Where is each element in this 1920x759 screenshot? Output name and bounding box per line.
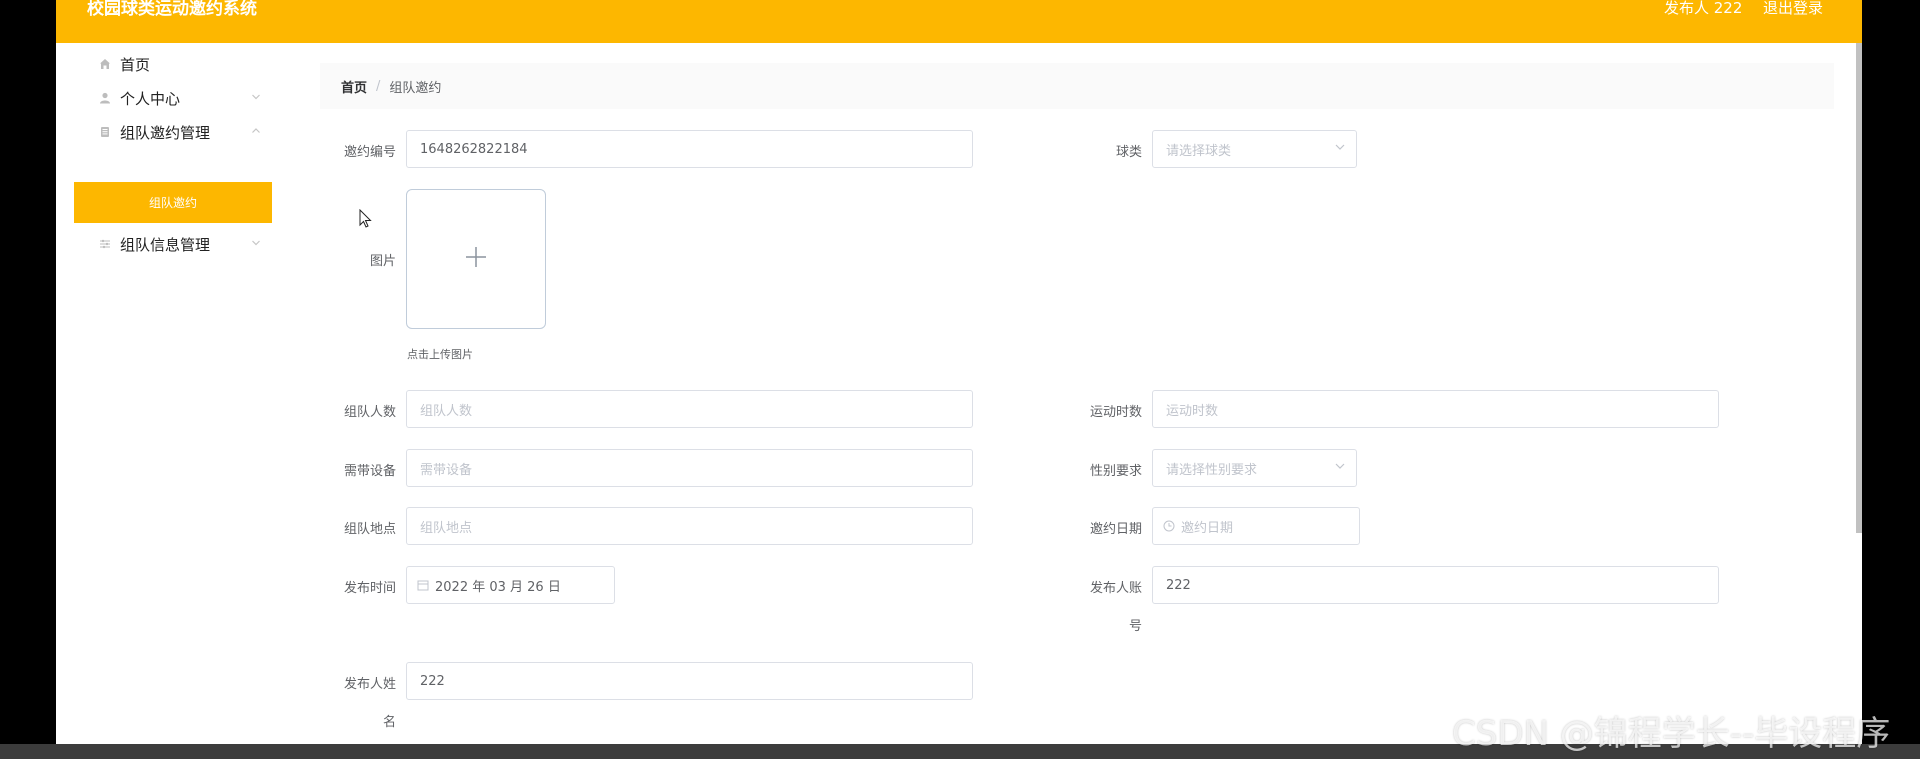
watermark: CSDN @锦程学长--毕设程序 bbox=[1452, 714, 1891, 754]
invite-date-placeholder: 邀约日期 bbox=[1181, 520, 1234, 536]
publisher-name-value: 222 bbox=[420, 673, 445, 689]
publisher-name-input[interactable]: 222 bbox=[406, 662, 973, 700]
location-label: 组队地点 bbox=[343, 522, 396, 537]
invite-no-value: 1648262822184 bbox=[420, 141, 528, 157]
app-window: 校园球类运动邀约系统 发布人 222 退出登录 首页 个人中心 组队邀约管理 组… bbox=[56, 0, 1862, 744]
publish-time-value: 2022 年 03 月 26 日 bbox=[435, 579, 561, 595]
document-icon bbox=[98, 126, 111, 139]
image-label: 图片 bbox=[369, 254, 396, 269]
sidebar-subitem-label: 组队邀约 bbox=[148, 196, 197, 210]
location-placeholder: 组队地点 bbox=[420, 520, 473, 536]
equipment-input[interactable]: 需带设备 bbox=[406, 449, 973, 487]
publisher-account-value: 222 bbox=[1166, 577, 1191, 593]
team-size-placeholder: 组队人数 bbox=[420, 403, 473, 419]
publisher-name-label: 发布人姓 bbox=[343, 677, 396, 692]
publish-time-picker[interactable]: 2022 年 03 月 26 日 bbox=[406, 566, 615, 604]
sport-hours-label: 运动时数 bbox=[1089, 405, 1142, 420]
publish-time-label: 发布时间 bbox=[343, 581, 396, 596]
upload-hint: 点击上传图片 bbox=[407, 348, 473, 361]
breadcrumb-separator: / bbox=[376, 78, 381, 94]
clock-icon bbox=[1163, 520, 1175, 532]
team-size-label: 组队人数 bbox=[343, 405, 396, 420]
breadcrumb-home[interactable]: 首页 bbox=[341, 77, 367, 96]
chevron-down-icon bbox=[1334, 141, 1346, 153]
user-icon bbox=[98, 92, 111, 105]
ball-type-label: 球类 bbox=[1115, 145, 1142, 160]
plus-icon bbox=[464, 245, 488, 273]
chevron-up-icon bbox=[251, 126, 261, 139]
sidebar: 首页 个人中心 组队邀约管理 组队邀约 组队信息管理 bbox=[56, 43, 286, 744]
sport-hours-input[interactable]: 运动时数 bbox=[1152, 390, 1719, 428]
chevron-down-icon bbox=[1334, 460, 1346, 472]
mouse-cursor-icon bbox=[359, 208, 373, 229]
top-bar: 校园球类运动邀约系统 发布人 222 退出登录 bbox=[56, 0, 1862, 43]
publisher-account-label: 发布人账 bbox=[1089, 581, 1142, 596]
invite-no-input[interactable]: 1648262822184 bbox=[406, 130, 973, 168]
logout-link[interactable]: 退出登录 bbox=[1763, 0, 1823, 18]
breadcrumb: 首页 / 组队邀约 bbox=[320, 63, 1834, 109]
location-input[interactable]: 组队地点 bbox=[406, 507, 973, 545]
publisher-name-label-line2: 名 bbox=[382, 715, 396, 730]
ball-type-placeholder: 请选择球类 bbox=[1166, 143, 1232, 159]
sidebar-item-label: 个人中心 bbox=[120, 89, 181, 108]
invite-no-label: 邀约编号 bbox=[343, 145, 396, 160]
equipment-placeholder: 需带设备 bbox=[420, 462, 473, 478]
publisher-account-input[interactable]: 222 bbox=[1152, 566, 1719, 604]
equipment-label: 需带设备 bbox=[343, 464, 396, 479]
sport-hours-placeholder: 运动时数 bbox=[1166, 403, 1219, 419]
invite-date-label: 邀约日期 bbox=[1089, 522, 1142, 537]
current-user: 发布人 222 bbox=[1664, 0, 1743, 17]
app-title: 校园球类运动邀约系统 bbox=[87, 0, 257, 19]
breadcrumb-current: 组队邀约 bbox=[389, 80, 442, 96]
sidebar-item-team-info-management[interactable]: 组队信息管理 bbox=[56, 224, 286, 264]
sliders-icon bbox=[98, 238, 111, 251]
calendar-icon bbox=[417, 579, 429, 591]
team-size-input[interactable]: 组队人数 bbox=[406, 390, 973, 428]
publisher-account-label-line2: 号 bbox=[1128, 619, 1142, 634]
gender-select[interactable]: 请选择性别要求 bbox=[1152, 449, 1357, 487]
sidebar-item-team-invite-management[interactable]: 组队邀约管理 bbox=[56, 112, 286, 152]
chevron-down-icon bbox=[251, 238, 261, 251]
chevron-down-icon bbox=[251, 92, 261, 105]
vertical-scrollbar[interactable] bbox=[1856, 43, 1862, 533]
home-icon bbox=[98, 58, 111, 71]
gender-label: 性别要求 bbox=[1089, 464, 1142, 479]
ball-type-select[interactable]: 请选择球类 bbox=[1152, 130, 1357, 168]
image-upload-box[interactable] bbox=[406, 189, 546, 329]
sidebar-item-label: 组队邀约管理 bbox=[120, 123, 211, 142]
sidebar-item-label: 组队信息管理 bbox=[120, 235, 211, 254]
sidebar-subitem-team-invite[interactable]: 组队邀约 bbox=[74, 182, 272, 223]
sidebar-item-label: 首页 bbox=[120, 55, 151, 74]
invite-date-picker[interactable]: 邀约日期 bbox=[1152, 507, 1360, 545]
gender-placeholder: 请选择性别要求 bbox=[1166, 462, 1258, 478]
